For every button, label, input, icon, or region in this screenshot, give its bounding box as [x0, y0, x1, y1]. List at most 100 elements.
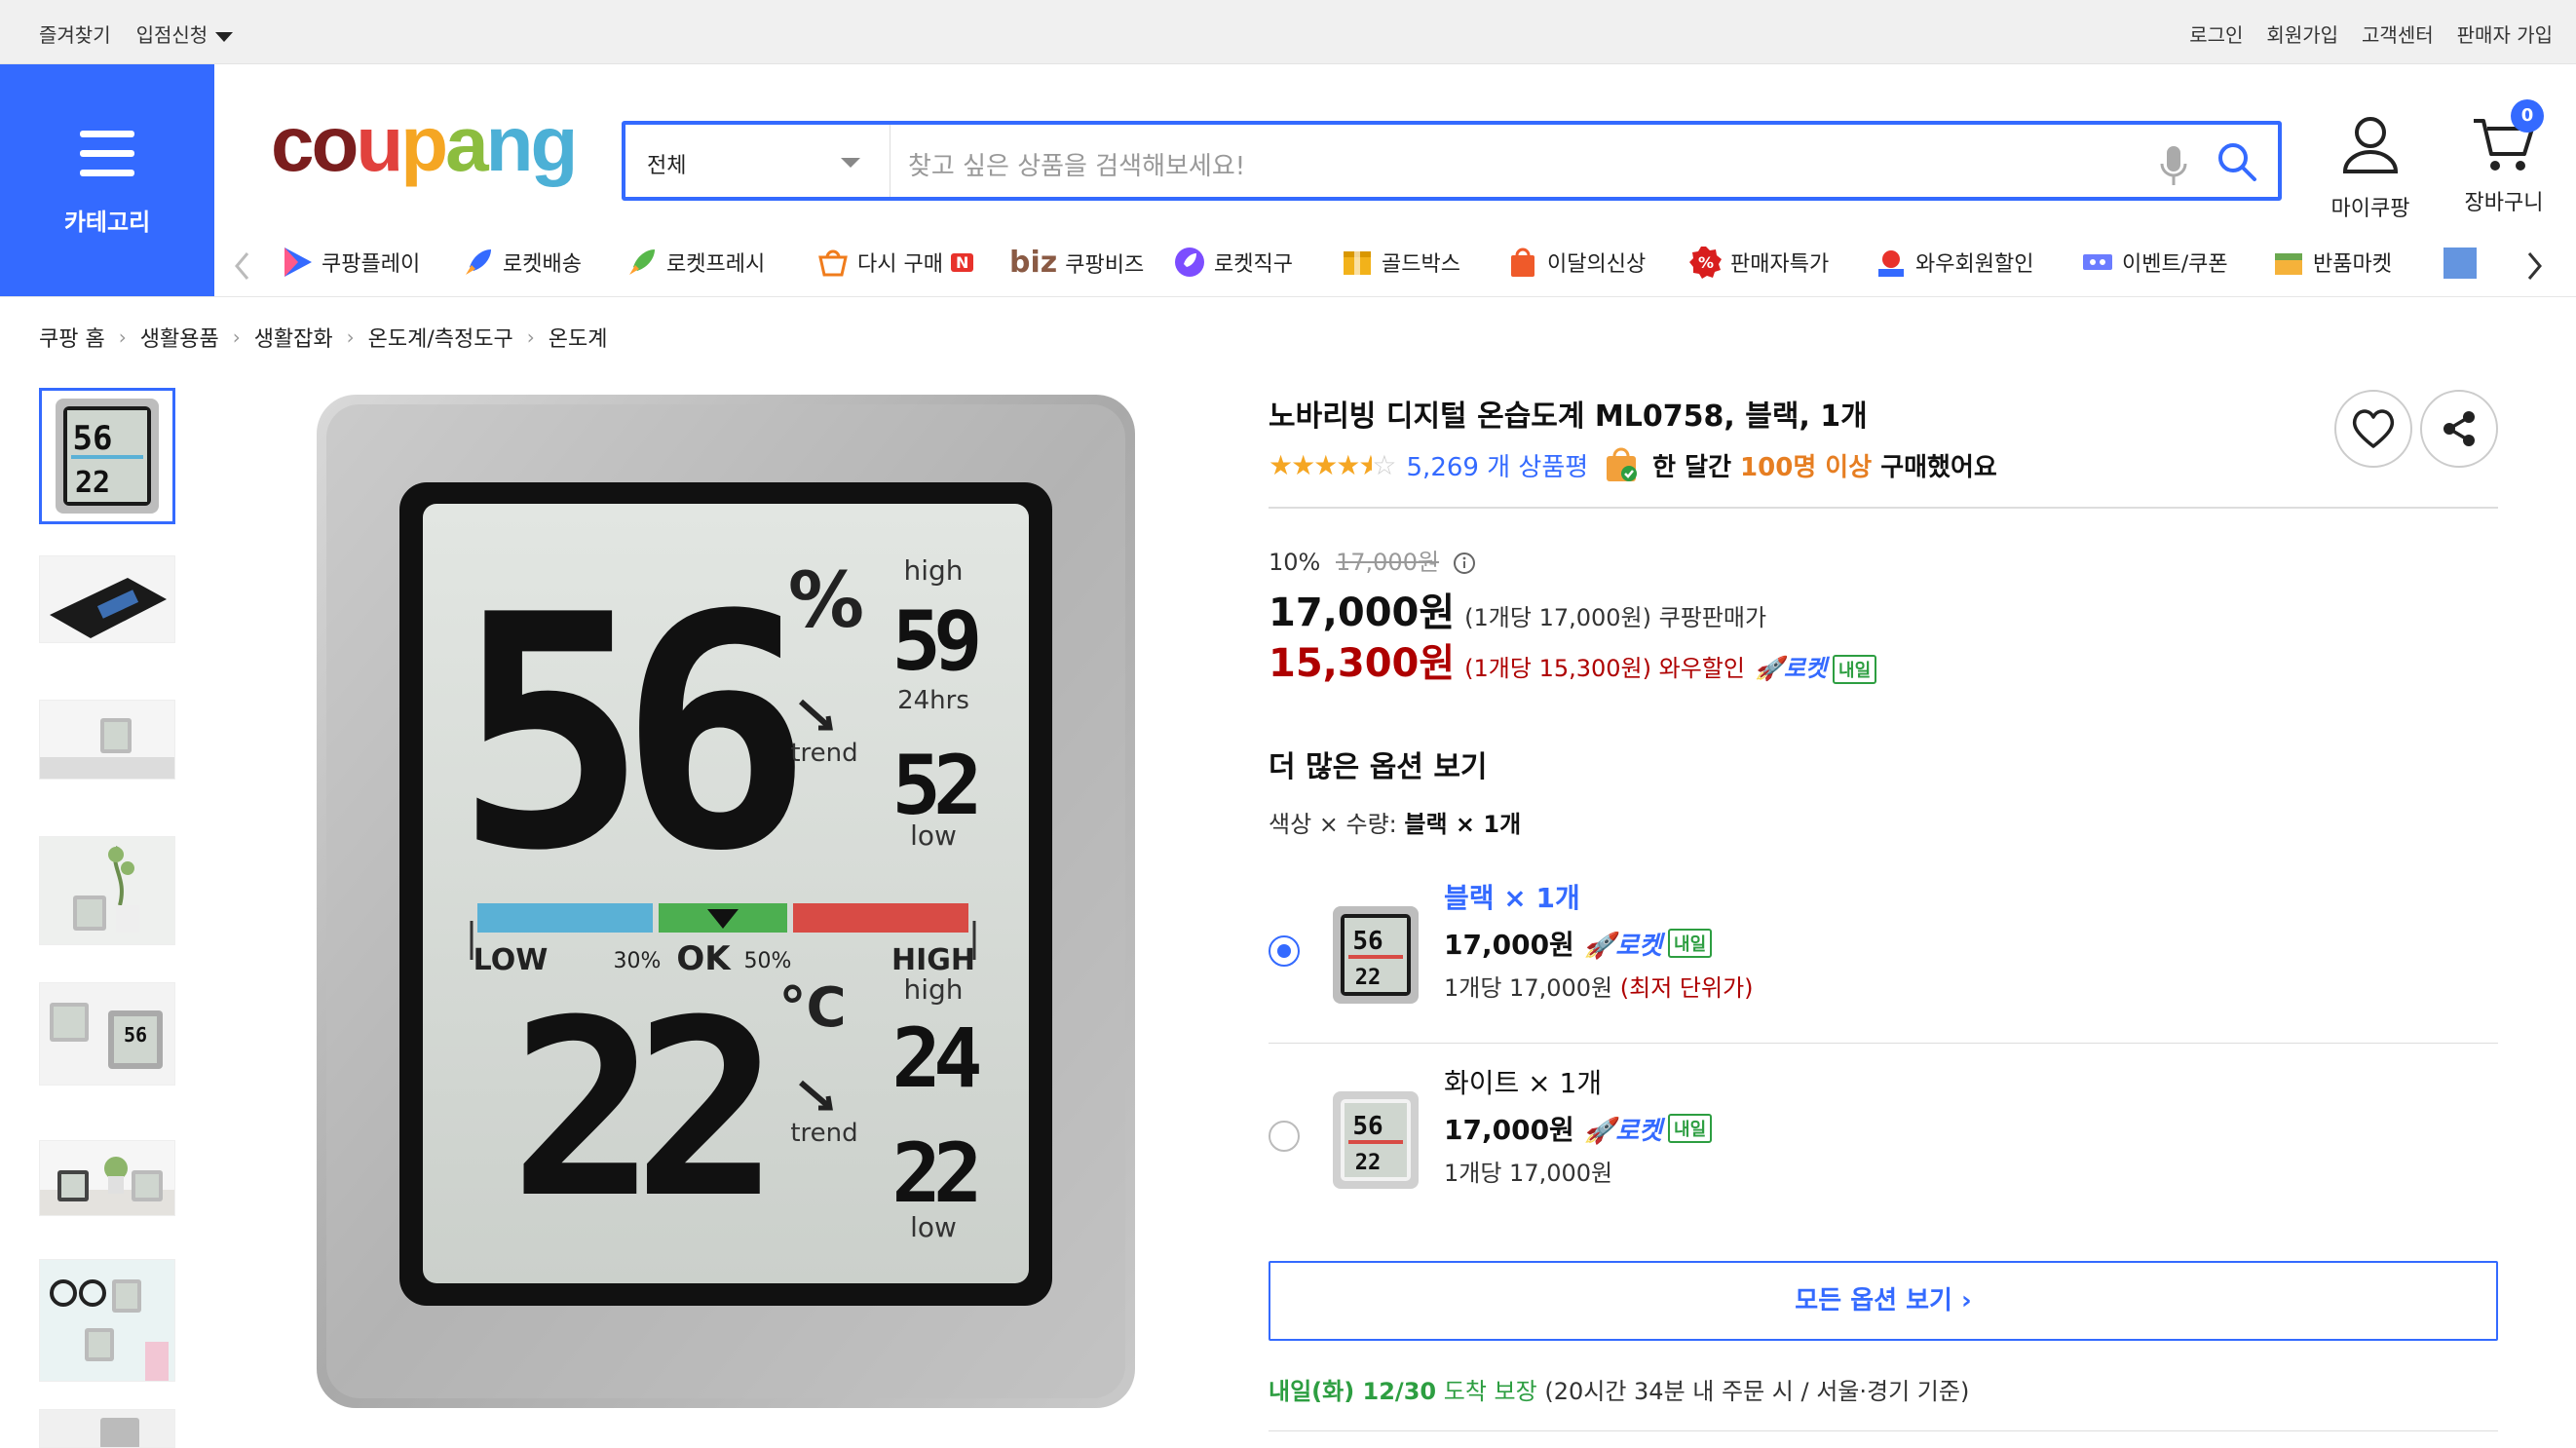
seller-apply-dropdown[interactable]: 입점신청	[136, 19, 234, 48]
seller-signup-link[interactable]: 판매자 가입	[2457, 19, 2553, 48]
divider	[1269, 1430, 2498, 1431]
nav-item-coupang-play[interactable]: 쿠팡플레이	[281, 246, 420, 279]
nav-item-seller-deals[interactable]: % 판매자특가	[1689, 246, 1829, 279]
chevron-right-icon: ›	[118, 325, 127, 349]
lcd-temperature-unit: °C	[778, 976, 846, 1040]
discount-row: 10% 17,000원	[1269, 543, 1476, 577]
option-white[interactable]: 56 22 화이트 × 1개 17,000원 🚀로켓 내일 1개당 17,000…	[1269, 1050, 2498, 1236]
lcd-temperature-low: 22	[891, 1125, 976, 1221]
nav-item-repurchase[interactable]: 다시 구매 N	[816, 246, 974, 279]
thumbnail-6[interactable]	[39, 1140, 175, 1216]
svg-text:%: %	[1698, 253, 1714, 272]
nav-item-events-coupons[interactable]: 이벤트/쿠폰	[2081, 246, 2228, 279]
breadcrumb-item-home[interactable]: 쿠팡 홈	[39, 322, 105, 353]
coupang-logo[interactable]: coupang	[271, 100, 578, 187]
selected-option-summary: 색상 × 수량: 블랙 × 1개	[1269, 805, 1521, 839]
share-button[interactable]	[2420, 390, 2498, 468]
chevron-left-icon[interactable]	[234, 251, 251, 281]
category-menu-button[interactable]: 카테고리	[0, 64, 214, 296]
nav-item-wow-discount[interactable]: 와우회원할인	[1875, 246, 2033, 279]
user-icon	[2342, 117, 2399, 173]
thumbnail-image	[40, 1157, 174, 1215]
nav-item-rocket-global[interactable]: 로켓직구	[1173, 246, 1293, 279]
thumbnail-1[interactable]: 56 22	[39, 388, 175, 524]
selected-option-label: 색상 × 수량:	[1269, 811, 1397, 838]
breadcrumb: 쿠팡 홈 › 생활용품 › 생활잡화 › 온도계/측정도구 › 온도계	[39, 322, 607, 353]
signup-link[interactable]: 회원가입	[2266, 19, 2338, 48]
chevron-right-icon[interactable]	[2525, 251, 2543, 281]
thumbnail-7[interactable]	[39, 1259, 175, 1382]
header-divider	[0, 296, 2576, 297]
heart-icon	[2352, 409, 2395, 448]
customer-center-link[interactable]: 고객센터	[2362, 19, 2434, 48]
thumbnail-5[interactable]: 56	[39, 982, 175, 1086]
option-thumbnail-temperature: 22	[1355, 966, 1382, 990]
option-thumbnail-humidity: 56	[1352, 927, 1383, 956]
search-scope-select[interactable]: 전체	[625, 125, 890, 197]
nav-item-new-arrivals[interactable]: 이달의신상	[1506, 246, 1646, 279]
breadcrumb-item[interactable]: 생활용품	[140, 322, 219, 353]
delivery-guarantee: 도착 보장	[1443, 1378, 1537, 1405]
rocket-global-icon	[1175, 248, 1204, 277]
nav-item-rocket-fresh[interactable]: 로켓프레시	[625, 246, 765, 279]
tomorrow-badge: 내일	[1668, 1114, 1713, 1143]
option-radio[interactable]	[1269, 1121, 1300, 1152]
option-black[interactable]: 56 22 블랙 × 1개 17,000원 🚀로켓 내일 1개당 17,000원…	[1269, 865, 2498, 1050]
search-input[interactable]: 찾고 싶은 상품을 검색해보세요!	[908, 146, 1245, 182]
info-icon[interactable]	[1453, 552, 1476, 575]
view-all-options-button[interactable]: 모든 옵션 보기 ›	[1269, 1261, 2498, 1341]
login-link[interactable]: 로그인	[2189, 19, 2243, 48]
nav-label: 판매자특가	[1730, 252, 1830, 277]
caret-down-icon	[215, 31, 234, 42]
wishlist-button[interactable]	[2334, 390, 2412, 468]
coupon-icon	[2083, 254, 2112, 270]
mypage-button[interactable]: 마이쿠팡	[2327, 115, 2414, 222]
shopping-bag-icon	[1607, 447, 1638, 481]
breadcrumb-item-current[interactable]: 온도계	[549, 322, 608, 353]
product-title: 노바리빙 디지털 온습도계 ML0758, 블랙, 1개	[1269, 400, 1868, 434]
option-thumbnail: 56 22	[1333, 1091, 1419, 1189]
option-thumbnail: 56 22	[1333, 906, 1419, 1004]
thumbnail-image	[100, 1418, 139, 1447]
option-radio[interactable]	[1269, 935, 1300, 967]
mypage-label: 마이쿠팡	[2330, 197, 2410, 221]
nav-item-return-market[interactable]: 반품마켓	[2272, 246, 2392, 279]
microphone-icon[interactable]	[2159, 144, 2188, 187]
divider	[1269, 507, 2498, 509]
option-unit: 1개당 17,000원	[1444, 1160, 1613, 1187]
nav-item-coupang-biz[interactable]: biz 쿠팡비즈	[1009, 246, 1144, 280]
thumbnail-image	[50, 1279, 169, 1381]
option-price: 17,000원	[1444, 1114, 1574, 1146]
more-nav-icon	[2443, 248, 2477, 279]
bookmark-link[interactable]: 즐겨찾기	[39, 19, 111, 48]
search-icon[interactable]	[2216, 140, 2258, 183]
cart-button[interactable]: 0 장바구니	[2455, 99, 2553, 216]
thumbnail-image: 56 22	[42, 391, 172, 521]
nav-item-rocket-delivery[interactable]: 로켓배송	[462, 246, 582, 279]
thumbnail-3[interactable]	[39, 700, 175, 780]
nav-item-goldbox[interactable]: 골드박스	[1341, 246, 1460, 279]
breadcrumb-item[interactable]: 생활잡화	[254, 322, 333, 353]
category-nav-bar: 쿠팡플레이 로켓배송 로켓프레시 다시 구매 N biz 쿠팡비즈 로켓직구 골…	[234, 238, 2562, 288]
dropdown-arrow-icon	[841, 158, 860, 168]
discount-rate: 10%	[1269, 549, 1321, 576]
wow-price: 15,300원	[1269, 641, 1456, 686]
logo-letter: a	[445, 100, 488, 187]
lcd-scale-high: HIGH	[891, 943, 975, 977]
thumbnail-4[interactable]	[39, 836, 175, 945]
review-count-link[interactable]: 5,269 개 상품평	[1407, 447, 1589, 483]
logo-letter: c	[271, 100, 314, 187]
rating-row: ★★★★★☆ 5,269 개 상품평 한 달간 100명 이상 구매했어요	[1269, 446, 1997, 483]
rocket-badge: 🚀로켓	[1754, 655, 1828, 682]
new-badge: N	[950, 252, 974, 272]
option-name: 블랙 × 1개	[1444, 882, 1580, 914]
lcd-temperature-value: 22	[510, 968, 760, 1251]
thumbnail-8[interactable]	[39, 1409, 175, 1448]
thumbnail-image	[40, 718, 174, 779]
breadcrumb-item[interactable]: 온도계/측정도구	[368, 322, 513, 353]
main-product-image[interactable]: 56 % high 59 24hrs 52 low trend LOW 30% …	[244, 375, 1218, 1428]
seller-apply-label: 입점신청	[135, 23, 208, 47]
nav-label: 다시 구매	[857, 252, 943, 277]
lcd-trend-label: trend	[790, 1119, 857, 1148]
thumbnail-2[interactable]	[39, 555, 175, 643]
